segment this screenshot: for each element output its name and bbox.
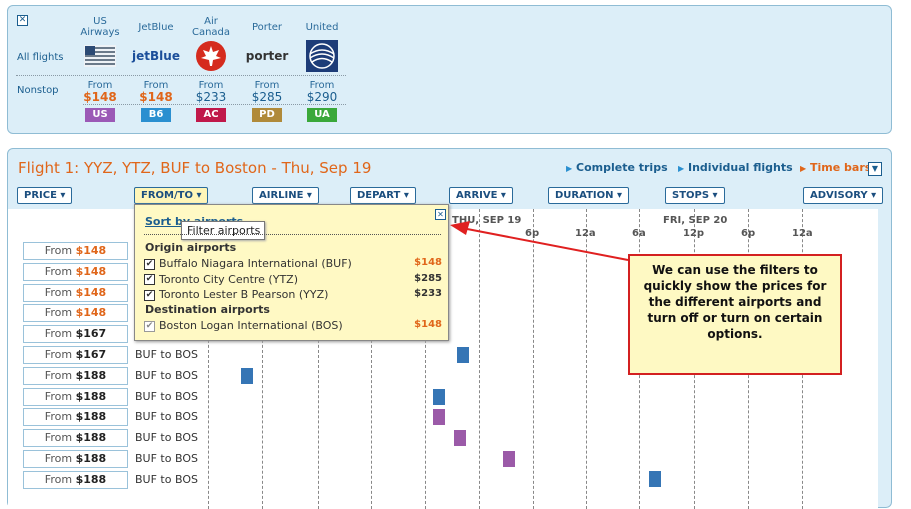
airline-summary-panel: ✕ All flights Nonstop US Airways From $148 U… bbox=[7, 5, 892, 134]
airline-price[interactable]: From $285 bbox=[239, 80, 295, 104]
airline-name[interactable]: Porter bbox=[239, 22, 295, 33]
jetblue-logo-icon[interactable]: jetBlue bbox=[132, 40, 180, 72]
route-label: BUF to BOS bbox=[135, 452, 198, 465]
triangle-right-icon: ▶ bbox=[800, 164, 807, 173]
price-row-button[interactable]: From $148 bbox=[23, 304, 128, 323]
filter-stops-button[interactable]: STOPS ▾ bbox=[665, 187, 725, 204]
filter-airports-tooltip: Filter airports bbox=[181, 221, 265, 240]
triangle-right-icon: ▶ bbox=[678, 164, 685, 173]
route-label: BUF to BOS bbox=[135, 472, 198, 486]
checkbox-checked-icon[interactable]: ✔ bbox=[144, 289, 155, 301]
destination-airport-option[interactable]: ✔ Boston Logan International (BOS) $148 bbox=[144, 319, 442, 333]
price-row-button[interactable]: From $148 bbox=[23, 262, 128, 281]
close-icon[interactable]: ✕ bbox=[17, 15, 28, 26]
airline-price[interactable]: From $148 bbox=[128, 80, 184, 104]
triangle-right-icon: ▶ bbox=[566, 164, 573, 173]
destination-airports-header: Destination airports bbox=[145, 303, 270, 316]
airline-name[interactable]: Air Canada bbox=[183, 16, 239, 38]
flight-time-bar[interactable] bbox=[433, 389, 445, 405]
price-row-button[interactable]: From $167 bbox=[23, 346, 128, 364]
airline-price[interactable]: From $290 bbox=[294, 80, 350, 104]
time-label: 12a bbox=[792, 228, 813, 239]
airport-filter-popup: Sort by airports ✕ Filter airports Origi… bbox=[134, 204, 449, 341]
filter-price-button[interactable]: PRICE ▾ bbox=[17, 187, 73, 204]
checkbox-checked-icon[interactable]: ✔ bbox=[144, 274, 155, 285]
divider bbox=[83, 104, 346, 105]
route-label: BUF to BOS bbox=[135, 389, 198, 403]
filter-from-to-button[interactable]: FROM/TO ▾ bbox=[134, 187, 209, 204]
checkbox-checked-icon[interactable]: ✔ bbox=[144, 258, 155, 270]
flight-time-bar[interactable] bbox=[649, 471, 661, 487]
origin-airport-option[interactable]: ✔ Buffalo Niagara International (BUF) $148 bbox=[144, 257, 442, 271]
airline-price[interactable]: From $233 bbox=[183, 80, 239, 104]
annotation-arrow bbox=[450, 221, 629, 261]
airline-price[interactable]: From $148 bbox=[72, 80, 128, 104]
time-bars-dropdown-icon[interactable]: ▼ bbox=[868, 162, 882, 176]
day-label-fri: FRI, SEP 20 bbox=[663, 215, 728, 226]
price-row-button[interactable]: From $188 bbox=[23, 470, 128, 489]
checkbox-checked-icon[interactable]: ✔ bbox=[144, 320, 155, 332]
price-row-button[interactable]: From $188 bbox=[23, 366, 128, 385]
price-row-button[interactable]: From $167 bbox=[23, 325, 128, 344]
flight-time-bar[interactable] bbox=[457, 347, 469, 363]
airline-code-badge[interactable]: AC bbox=[196, 108, 226, 122]
origin-airport-option[interactable]: ✔ Toronto Lester B Pearson (YYZ) $233 bbox=[144, 288, 442, 302]
time-label: 6p bbox=[741, 228, 756, 239]
route-label: BUF to BOS bbox=[135, 431, 198, 445]
time-label: 12p bbox=[683, 228, 705, 239]
divider bbox=[16, 75, 346, 76]
flight-title: Flight 1: YYZ, YTZ, BUF to Boston - Thu,… bbox=[18, 159, 372, 177]
origin-airports-header: Origin airports bbox=[145, 241, 237, 254]
airline-name[interactable]: JetBlue bbox=[128, 22, 184, 33]
price-row-button[interactable]: From $148 bbox=[23, 283, 128, 302]
flight-time-bar[interactable] bbox=[433, 409, 445, 425]
price-row-button[interactable]: From $188 bbox=[23, 387, 128, 406]
price-row-button[interactable]: From $188 bbox=[23, 450, 128, 468]
route-label: BUF to BOS bbox=[135, 348, 198, 361]
flight-time-bar[interactable] bbox=[503, 451, 515, 467]
row-label-all-flights: All flights bbox=[17, 52, 64, 63]
flight-time-bar[interactable] bbox=[454, 430, 466, 446]
airline-name[interactable]: United bbox=[294, 22, 350, 33]
airline-name[interactable]: US Airways bbox=[72, 16, 128, 38]
individual-flights-link[interactable]: ▶ Individual flights bbox=[678, 161, 793, 174]
price-row-button[interactable]: From $188 bbox=[23, 429, 128, 448]
filter-arrive-button[interactable]: ARRIVE ▾ bbox=[449, 187, 513, 204]
individual-flights-label: Individual flights bbox=[688, 161, 793, 174]
complete-trips-label: Complete trips bbox=[576, 161, 668, 174]
complete-trips-link[interactable]: ▶ Complete trips bbox=[566, 161, 668, 174]
filter-duration-button[interactable]: DURATION ▾ bbox=[548, 187, 630, 204]
us-airways-logo-icon[interactable] bbox=[82, 40, 118, 72]
flight-time-bar[interactable] bbox=[241, 368, 253, 384]
time-bars-link[interactable]: ▶ Time bars bbox=[800, 161, 871, 174]
annotation-callout: We can use the filters to quickly show t… bbox=[628, 254, 842, 375]
row-label-nonstop: Nonstop bbox=[17, 85, 59, 96]
time-bars-label: Time bars bbox=[810, 161, 872, 174]
airline-code-badge[interactable]: PD bbox=[252, 108, 282, 122]
airline-code-badge[interactable]: UA bbox=[307, 108, 337, 122]
price-row-button[interactable]: From $148 bbox=[23, 242, 128, 260]
filter-advisory-button[interactable]: ADVISORY ▾ bbox=[803, 187, 884, 204]
airline-code-badge[interactable]: US bbox=[85, 108, 115, 122]
filter-airline-button[interactable]: AIRLINE ▾ bbox=[252, 187, 319, 204]
origin-airport-option[interactable]: ✔ Toronto City Centre (YTZ) $285 bbox=[144, 273, 442, 287]
united-logo-icon[interactable] bbox=[304, 40, 340, 72]
filter-depart-button[interactable]: DEPART ▾ bbox=[350, 187, 416, 204]
route-label: BUF to BOS bbox=[135, 410, 198, 424]
airline-code-badge[interactable]: B6 bbox=[141, 108, 171, 122]
air-canada-logo-icon[interactable] bbox=[193, 40, 229, 72]
porter-logo-icon[interactable]: porter bbox=[246, 40, 289, 72]
route-label: BUF to BOS bbox=[135, 368, 198, 382]
price-row-button[interactable]: From $188 bbox=[23, 408, 128, 427]
divider bbox=[144, 234, 441, 235]
